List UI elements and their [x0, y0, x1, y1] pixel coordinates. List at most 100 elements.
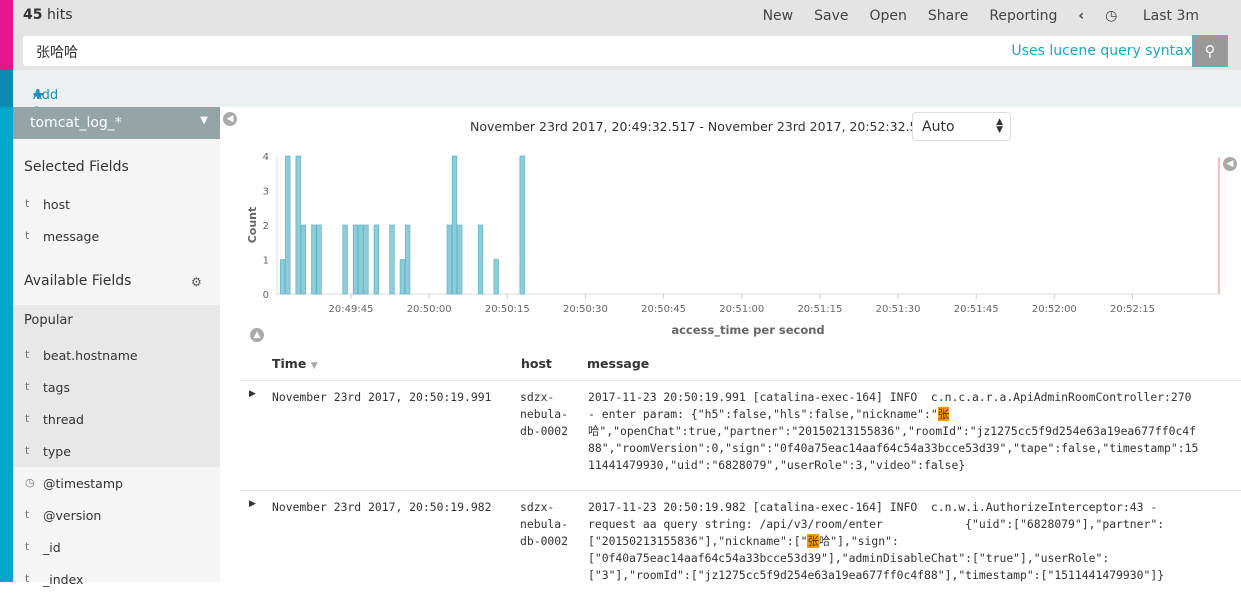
- cell-host: sdzx- nebula- db-0002: [520, 500, 569, 548]
- y-tick-label: 0: [263, 290, 269, 301]
- bar: [477, 224, 484, 295]
- column-host[interactable]: host: [521, 356, 552, 371]
- y-tick-label: 2: [263, 221, 269, 232]
- x-axis-label: access_time per second: [671, 323, 824, 338]
- field-type-icon: t: [25, 197, 30, 210]
- bar: [279, 259, 286, 295]
- bar: [363, 224, 369, 295]
- nav-strip: [0, 70, 13, 107]
- table-row: ▶ November 23rd 2017, 20:50:19.982 sdzx-…: [240, 490, 1241, 600]
- field-type[interactable]: t type: [13, 436, 220, 468]
- x-tick-label: 20:50:45: [641, 304, 686, 315]
- column-message[interactable]: message: [587, 356, 649, 371]
- x-tick-label: 20:51:30: [876, 304, 921, 315]
- bar: [352, 224, 359, 295]
- clock-icon: ◷: [1105, 8, 1118, 24]
- x-tick-label: 20:50:00: [407, 304, 452, 315]
- share-button[interactable]: Share: [928, 8, 968, 24]
- new-button[interactable]: New: [763, 8, 794, 24]
- index-pattern-select[interactable]: tomcat_log_* ▼: [13, 107, 220, 139]
- table-row: ▶ November 23rd 2017, 20:50:19.991 sdzx-…: [240, 380, 1241, 490]
- bar: [295, 155, 301, 295]
- bar: [446, 224, 452, 295]
- x-tick-label: 20:52:15: [1110, 304, 1155, 315]
- x-tick-label: 20:50:30: [563, 304, 608, 315]
- x-tick-label: 20:50:15: [485, 304, 530, 315]
- gear-icon[interactable]: ⚙: [191, 275, 202, 289]
- search-button[interactable]: ⚲: [1192, 35, 1228, 67]
- field-name: beat.hostname: [43, 348, 138, 363]
- field--index[interactable]: t _index: [13, 564, 220, 596]
- save-button[interactable]: Save: [814, 8, 848, 24]
- field--timestamp[interactable]: ◷ @timestamp: [13, 468, 220, 500]
- bar: [316, 224, 322, 295]
- highlight: 张: [937, 407, 950, 421]
- column-time[interactable]: Time ▼: [272, 356, 318, 371]
- nav-strip: [0, 107, 13, 582]
- field-type-icon: t: [25, 412, 30, 425]
- field-name: @version: [43, 508, 102, 523]
- top-menu: New Save Open Share Reporting ‹ ◷ Last 3…: [763, 8, 1241, 24]
- field-name: tags: [43, 380, 71, 395]
- bar: [373, 224, 380, 295]
- x-tick-label: 20:51:00: [719, 304, 764, 315]
- field-tags[interactable]: t tags: [13, 372, 220, 404]
- open-button[interactable]: Open: [870, 8, 907, 24]
- plus-icon: ✚: [33, 88, 44, 103]
- field-type-icon: t: [25, 380, 30, 393]
- selected-fields-title: Selected Fields: [24, 159, 129, 175]
- bar: [342, 224, 348, 295]
- field-thread[interactable]: t thread: [13, 404, 220, 436]
- field-name: host: [43, 197, 70, 212]
- y-tick-label: 4: [263, 152, 269, 163]
- field-type-icon: t: [25, 508, 30, 521]
- cell-time: November 23rd 2017, 20:50:19.991: [272, 390, 492, 404]
- bar: [493, 259, 499, 295]
- field-name: message: [43, 229, 100, 244]
- search-input[interactable]: 张哈哈 Uses lucene query syntax: [23, 36, 1200, 66]
- cell-message: 2017-11-23 20:50:19.982 [catalina-exec-1…: [588, 500, 1165, 582]
- bar: [451, 155, 458, 295]
- field-message[interactable]: t message: [13, 221, 220, 253]
- time-picker[interactable]: ◷ Last 3m: [1105, 8, 1220, 24]
- bar: [311, 224, 317, 295]
- bar: [519, 155, 525, 295]
- field--id[interactable]: t _id: [13, 532, 220, 564]
- highlight: 张: [807, 534, 819, 548]
- field-type-icon: t: [25, 444, 30, 457]
- sidebar: tomcat_log_* ▼ Selected Fields Available …: [13, 107, 220, 587]
- field-type-icon: t: [25, 348, 30, 361]
- reporting-button[interactable]: Reporting: [989, 8, 1057, 24]
- available-fields-title: Available Fields: [24, 273, 132, 289]
- y-tick-label: 1: [263, 256, 269, 267]
- cell-host: sdzx- nebula- db-0002: [520, 390, 569, 438]
- top-bar: 45 hits New Save Open Share Reporting ‹ …: [13, 0, 1241, 70]
- search-query: 张哈哈: [36, 45, 78, 61]
- bar: [358, 224, 364, 295]
- bar: [285, 155, 291, 295]
- cell-message: 2017-11-23 20:50:19.991 [catalina-exec-1…: [588, 390, 1199, 472]
- caret-down-icon: ▼: [200, 115, 208, 126]
- field-type-icon: t: [25, 229, 30, 242]
- filter-bar: Add a filter ✚: [13, 70, 1241, 133]
- interval-select[interactable]: Auto ▲ ▼: [912, 112, 1011, 141]
- expand-row-icon[interactable]: ▶: [249, 499, 256, 509]
- field-name: thread: [43, 412, 84, 427]
- collapse-sidebar-icon[interactable]: ◀: [223, 112, 237, 126]
- field-type-icon: t: [25, 572, 30, 585]
- field-beat-hostname[interactable]: t beat.hostname: [13, 340, 220, 372]
- field--version[interactable]: t @version: [13, 500, 220, 532]
- field-host[interactable]: t host: [13, 189, 220, 221]
- time-prev-button[interactable]: ‹: [1078, 8, 1084, 24]
- field-name: type: [43, 444, 71, 459]
- hits-count: 45 hits: [23, 7, 73, 23]
- expand-row-icon[interactable]: ▶: [249, 389, 256, 399]
- field-type-icon: t: [25, 540, 30, 553]
- nav-strip: [0, 0, 13, 70]
- x-tick-label: 20:49:45: [329, 304, 374, 315]
- bar: [457, 224, 463, 295]
- lucene-syntax-link[interactable]: Uses lucene query syntax: [1011, 43, 1192, 59]
- time-range-label: November 23rd 2017, 20:49:32.517 - Novem…: [470, 119, 950, 134]
- search-icon: ⚲: [1204, 42, 1216, 60]
- bar: [389, 224, 395, 295]
